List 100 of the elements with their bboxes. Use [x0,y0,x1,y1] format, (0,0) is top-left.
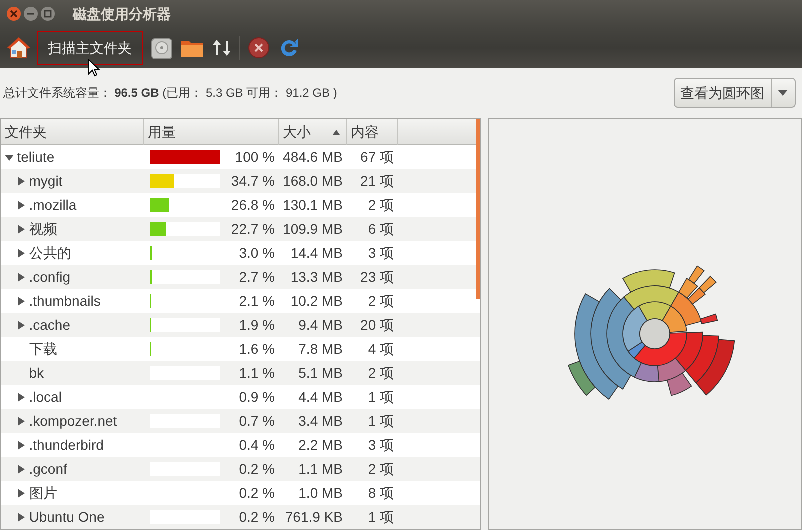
folder-size: 109.9 MB [282,220,344,238]
ring-segment[interactable] [622,306,648,352]
item-count: 1 项 [367,508,395,526]
ring-segment[interactable] [657,358,686,382]
item-count: 23 项 [360,268,395,286]
folder-name: .thumbnails [29,292,101,310]
folder-size: 2.2 MB [298,436,344,454]
usage-percent: 1.1 % [239,364,276,382]
tree-row[interactable]: 下载 1.6 % 7.8 MB 4 项 [1,337,480,361]
folder-name: 视频 [29,220,58,238]
usage-percent: 0.2 % [239,508,276,526]
tree-row[interactable]: .thumbnails 2.1 % 10.2 MB 2 项 [1,289,480,313]
home-icon[interactable] [6,36,30,60]
ring-segment[interactable] [678,278,698,299]
item-count: 6 项 [367,220,395,238]
ring-segment[interactable] [574,294,619,400]
expander-icon[interactable] [5,152,14,162]
folder-name: mygit [29,172,63,191]
ring-segment[interactable] [700,314,718,324]
ring-segment[interactable] [670,292,702,326]
folder-size: 14.4 MB [290,244,344,262]
usage-percent: 2.7 % [239,268,276,286]
folder-name: Ubuntu One [29,508,105,526]
expander-icon[interactable] [17,392,26,402]
column-header[interactable]: 用量 [144,119,279,145]
item-count: 8 项 [367,484,395,502]
ring-segment[interactable] [667,372,692,396]
usage-percent: 34.7 % [231,172,276,190]
ring-segment[interactable] [696,339,736,396]
item-count: 4 项 [367,340,395,358]
minimize-button[interactable] [24,7,38,21]
tree-row[interactable]: 公共的 3.0 % 14.4 MB 3 项 [1,241,480,265]
expander-icon[interactable] [17,512,26,522]
ring-segment[interactable] [699,276,717,294]
tree-row[interactable]: Ubuntu One 0.2 % 761.9 KB 1 项 [1,505,480,529]
expander-icon[interactable] [17,272,26,282]
expander-icon[interactable] [17,176,26,186]
ring-segment[interactable] [622,270,676,293]
tree-row[interactable]: .gconf 0.2 % 1.1 MB 2 项 [1,457,480,481]
column-header[interactable]: 大小 [279,119,347,145]
sort-ascending-icon [332,130,340,134]
item-count: 21 项 [360,172,395,190]
item-count: 2 项 [367,196,395,214]
ring-segment[interactable] [634,332,688,366]
ring-center[interactable] [640,318,670,350]
folder-name: bk [29,364,44,382]
tree-row[interactable]: .thunderbird 0.4 % 2.2 MB 3 项 [1,433,480,457]
ring-segment[interactable] [662,306,688,334]
ring-segment[interactable] [634,362,660,382]
folder-name: .config [29,268,70,287]
expander-icon[interactable] [17,464,26,474]
ring-segment[interactable] [590,288,632,390]
expander-icon[interactable] [17,488,26,498]
tree-row[interactable]: .local 0.9 % 4.4 MB 1 项 [1,385,480,409]
folder-size: 1.0 MB [298,484,344,502]
item-count: 2 项 [367,460,395,478]
tree-row[interactable]: bk 1.1 % 5.1 MB 2 项 [1,361,480,385]
folder-size: 9.4 MB [298,316,344,334]
ring-segment[interactable] [688,266,705,284]
expander-icon[interactable] [17,320,26,330]
tree-row[interactable]: .mozilla 26.8 % 130.1 MB 2 项 [1,193,480,217]
scrollbar[interactable] [476,119,480,299]
stop-icon[interactable] [246,36,270,60]
close-button[interactable] [6,7,20,21]
expander-icon[interactable] [17,416,26,426]
expander-icon[interactable] [17,440,26,450]
caret-icon [778,90,788,96]
folder-size: 1.1 MB [298,460,344,478]
column-header[interactable]: 文件夹 [1,119,144,145]
item-count: 2 项 [367,292,395,310]
folder-name: .cache [29,316,70,334]
usage-percent: 0.9 % [239,388,276,406]
column-header[interactable]: 内容 [347,119,398,145]
usage-percent: 26.8 % [231,196,276,214]
folder-size: 5.1 MB [298,364,344,382]
expander-icon[interactable] [17,296,26,306]
tree-row[interactable]: teliute 100 % 484.6 MB 67 项 [1,145,480,169]
tree-row[interactable]: 图片 0.2 % 1.0 MB 8 项 [1,481,480,505]
tree-row[interactable]: .cache 1.9 % 9.4 MB 20 项 [1,313,480,337]
folder-size: 168.0 MB [282,172,344,190]
scan-home-folder-button[interactable]: 扫描主文件夹 [37,31,143,65]
usage-percent: 0.7 % [239,412,276,430]
expander-icon[interactable] [17,248,26,258]
tree-row[interactable]: .kompozer.net 0.7 % 3.4 MB 1 项 [1,409,480,433]
ring-segment[interactable] [688,288,706,305]
filesystem-summary: 总计文件系统容量： 96.5 GB (已用： 5.3 GB 可用： 91.2 GB ) [3,85,338,102]
ring-segment[interactable] [686,335,720,384]
ring-segment[interactable] [568,361,596,396]
item-count: 1 项 [367,412,395,430]
usage-percent: 0.2 % [239,460,276,478]
item-count: 2 项 [367,364,395,382]
expander-icon[interactable] [17,224,26,234]
view-as-ring-chart-button[interactable]: 查看为圆环图 [674,78,796,108]
ring-segment[interactable] [606,296,642,378]
maximize-button[interactable] [41,7,55,21]
folder-size: 130.1 MB [282,196,344,214]
expander-icon[interactable] [17,200,26,210]
folder-size: 7.8 MB [298,340,344,358]
item-count: 67 项 [360,148,395,166]
usage-percent: 100 % [235,148,276,166]
